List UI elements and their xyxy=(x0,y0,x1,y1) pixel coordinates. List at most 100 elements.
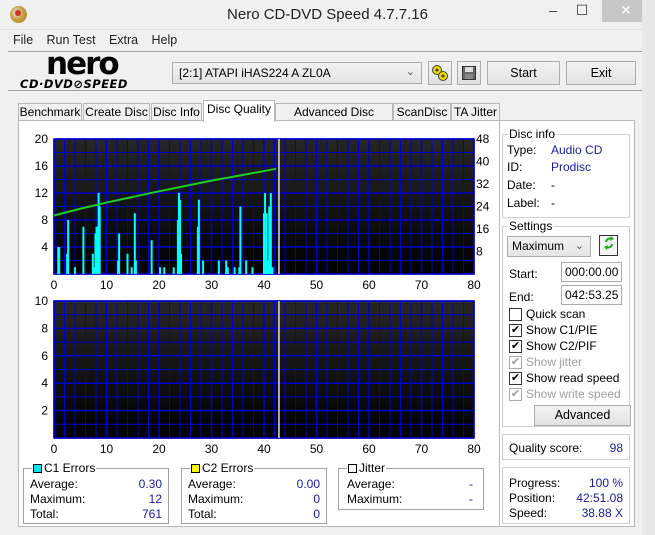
x-tick-label: 20 xyxy=(152,442,166,456)
show-jitter-checkbox: ✔ xyxy=(509,356,522,369)
c1-legend-icon xyxy=(33,464,42,473)
chevron-down-icon: ⌄ xyxy=(574,240,584,252)
c2-total-label: Total: xyxy=(188,507,217,521)
disc-id-value: Prodisc xyxy=(551,160,592,174)
c1-bar xyxy=(180,253,183,274)
scrollbar[interactable] xyxy=(642,0,655,535)
title-bar: Nero CD-DVD Speed 4.7.7.16 ‒ ☐ ✕ xyxy=(0,0,655,30)
speed-label: Speed: xyxy=(509,506,548,520)
c1-bar xyxy=(58,247,61,274)
c1-bar xyxy=(159,267,162,274)
nero-logo: nero CD·DVD⊘SPEED xyxy=(18,46,136,92)
speed-select[interactable]: Maximum ⌄ xyxy=(507,236,591,257)
x-tick-label: 40 xyxy=(257,278,271,292)
c2-title-text: C2 Errors xyxy=(202,461,254,475)
disc-date-value: - xyxy=(551,178,555,192)
jitter-legend-icon xyxy=(348,464,357,473)
x-tick-label: 20 xyxy=(152,278,166,292)
jitter-average-value: - xyxy=(469,477,473,491)
c2-legend-icon xyxy=(191,464,200,473)
start-button[interactable]: Start xyxy=(487,61,560,85)
refresh-drives-button[interactable] xyxy=(428,61,452,85)
show-c2-label[interactable]: Show C2/PIF xyxy=(526,339,597,353)
logo-subtext: CD·DVD⊘SPEED xyxy=(20,77,128,91)
x-tick-label: 10 xyxy=(100,442,114,456)
jitter-average-label: Average: xyxy=(347,477,395,491)
menu-help[interactable]: Help xyxy=(146,30,182,50)
quick-scan-label[interactable]: Quick scan xyxy=(526,307,585,321)
x-tick-label: 80 xyxy=(467,278,481,292)
position-label: Position: xyxy=(509,491,556,505)
c2-total-value: 0 xyxy=(313,507,320,521)
disc-label-value: - xyxy=(551,196,555,210)
show-c1-checkbox[interactable]: ✔ xyxy=(509,324,522,337)
c1-bar xyxy=(118,233,121,274)
y-tick-label: 8 xyxy=(41,213,48,227)
charts-area: 48121620816243240480 10 20 30 40 50 60 70 802468… xyxy=(35,132,490,456)
x-tick-label: 70 xyxy=(415,442,429,456)
c1-bar xyxy=(126,253,129,274)
show-read-speed-checkbox[interactable]: ✔ xyxy=(509,372,522,385)
x-tick-label: 70 xyxy=(415,278,429,292)
jitter-maximum-label: Maximum: xyxy=(347,492,403,506)
y-tick-label: 10 xyxy=(35,294,49,308)
c2-errors-title: C2 Errors xyxy=(190,461,255,475)
tab-disc-quality[interactable]: Disc Quality xyxy=(203,100,275,122)
y-tick-label: 4 xyxy=(41,240,48,254)
c2-maximum-label: Maximum: xyxy=(188,492,244,506)
disc-id-label: ID: xyxy=(507,160,523,174)
c1-errors-title: C1 Errors xyxy=(32,461,97,475)
c2-average-label: Average: xyxy=(188,477,236,491)
c1-bar xyxy=(245,260,248,274)
refresh-icon xyxy=(603,236,614,250)
c1-bar xyxy=(239,206,242,274)
quick-scan-checkbox[interactable] xyxy=(509,308,522,321)
y-tick-label: 12 xyxy=(35,186,49,200)
drive-select[interactable]: [2:1] ATAPI iHAS224 A ZL0A ⌄ xyxy=(172,62,422,84)
settings-title: Settings xyxy=(508,219,554,233)
refresh-speed-button[interactable] xyxy=(599,235,618,256)
x-tick-label: 60 xyxy=(362,278,376,292)
end-time-input[interactable]: 042:53.25 xyxy=(561,285,622,305)
x-tick-label: 40 xyxy=(257,442,271,456)
save-button[interactable] xyxy=(457,61,481,85)
maximize-button[interactable]: ☐ xyxy=(567,0,597,22)
jitter-group: Jitter Average: - Maximum: - xyxy=(338,461,484,510)
show-read-speed-label[interactable]: Show read speed xyxy=(526,371,619,385)
c1-bar xyxy=(130,267,133,274)
y-tick-label: 6 xyxy=(41,349,48,363)
disc-quality-panel: 4 8 12 16 20 8 16 24 32 40 48 0 10 20 30 40 50 60 70 80 2 4 6 8… xyxy=(18,120,500,527)
minimize-button[interactable]: ‒ xyxy=(538,0,568,22)
c1-total-label: Total: xyxy=(30,507,59,521)
y-tick-label: 20 xyxy=(35,132,49,146)
jitter-maximum-value: - xyxy=(469,492,473,506)
progress-value: 100 % xyxy=(588,476,623,490)
y2-tick-label: 48 xyxy=(476,132,490,146)
disc-info-group: Disc info Type: Audio CD ID: Prodisc Dat… xyxy=(502,127,630,218)
show-jitter-label: Show jitter xyxy=(526,355,583,369)
right-sidebar: Disc info Type: Audio CD ID: Prodisc Dat… xyxy=(500,120,635,527)
c1-bar xyxy=(217,260,220,274)
menu-file[interactable]: File xyxy=(8,30,38,50)
c1-maximum-value: 12 xyxy=(148,492,162,506)
c1-total-value: 761 xyxy=(141,507,162,521)
x-tick-label: 50 xyxy=(310,442,324,456)
y2-tick-label: 24 xyxy=(476,200,490,214)
quality-score-value: 98 xyxy=(609,441,623,455)
show-c1-label[interactable]: Show C1/PIE xyxy=(526,323,597,337)
quality-score-group: Quality score: 98 xyxy=(502,434,630,460)
show-c2-checkbox[interactable]: ✔ xyxy=(509,340,522,353)
y2-tick-label: 40 xyxy=(476,155,490,169)
c1-bar xyxy=(269,193,272,274)
c1-average-value: 0.30 xyxy=(138,477,162,491)
c2-average-value: 0.00 xyxy=(296,477,320,491)
x-tick-label: 30 xyxy=(205,278,219,292)
c2-maximum-value: 0 xyxy=(313,492,320,506)
c1-maximum-label: Maximum: xyxy=(30,492,86,506)
disc-type-label: Type: xyxy=(507,143,537,157)
exit-button[interactable]: Exit xyxy=(566,61,636,85)
advanced-button[interactable]: Advanced xyxy=(534,405,631,426)
start-time-input[interactable]: 000:00.00 xyxy=(561,262,622,282)
y-tick-label: 2 xyxy=(41,404,48,418)
c1-bar xyxy=(67,220,70,274)
